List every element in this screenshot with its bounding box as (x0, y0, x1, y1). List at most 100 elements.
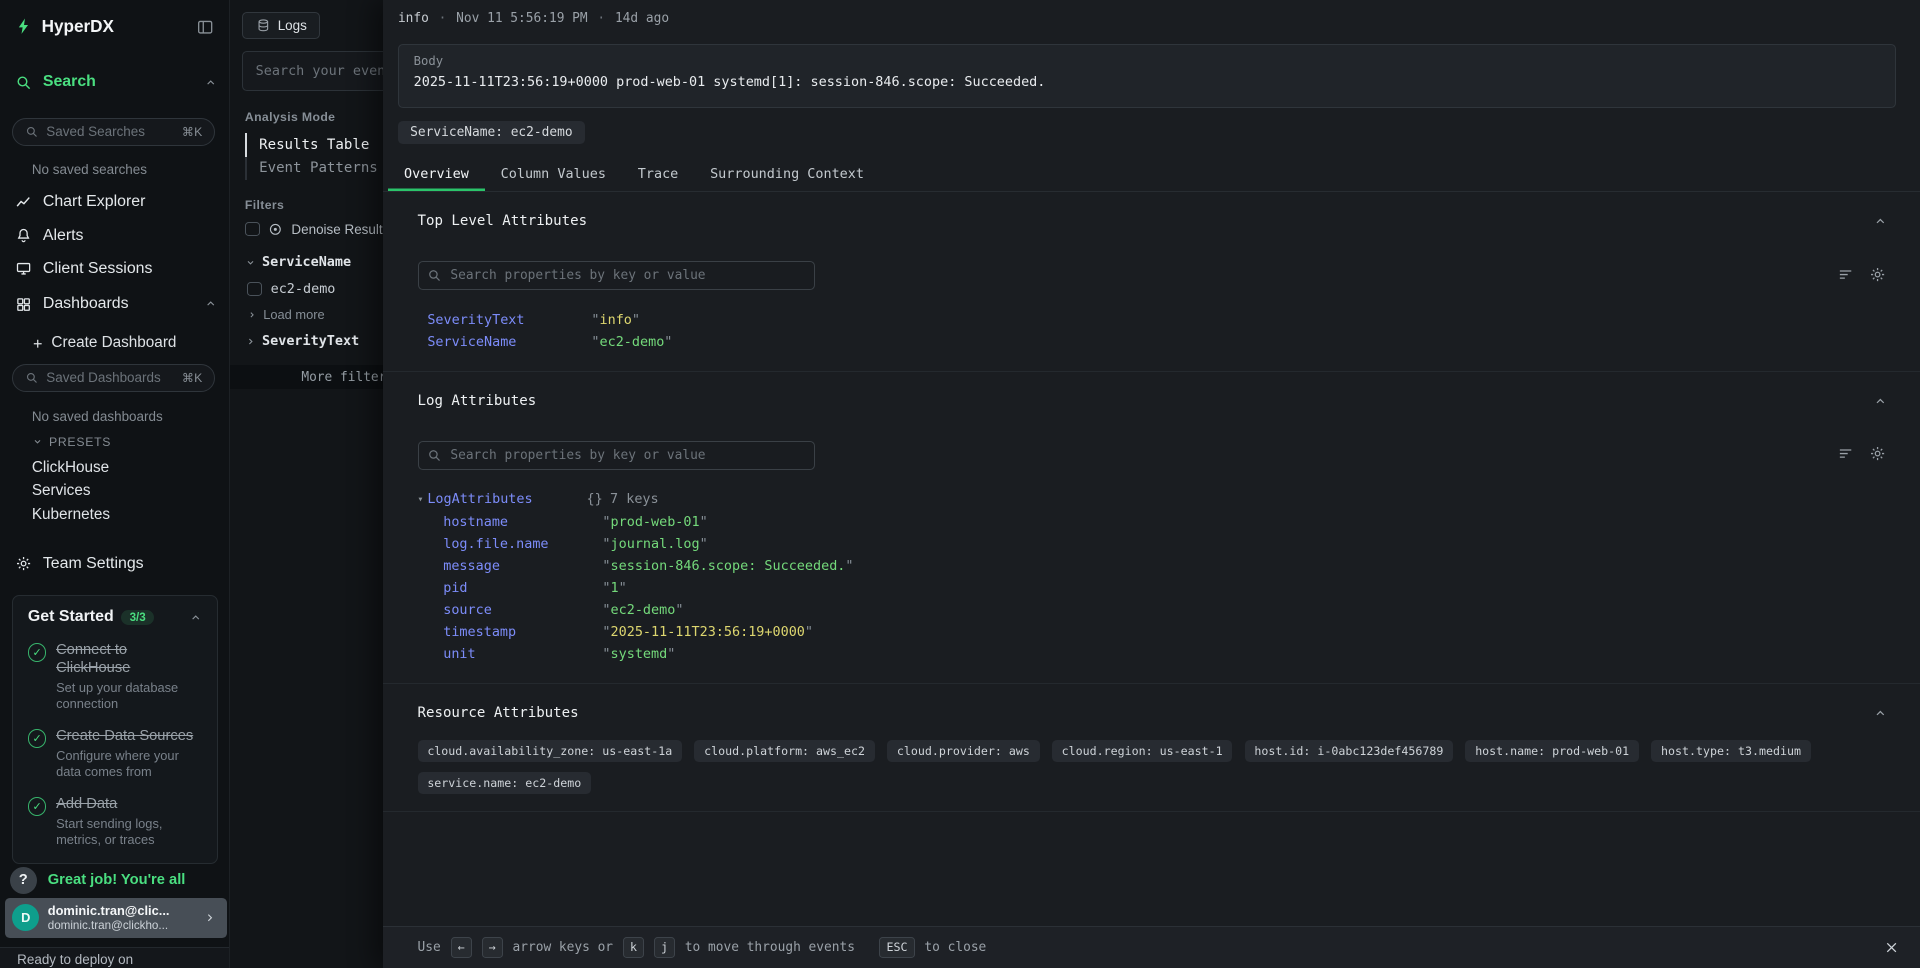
property-search-input[interactable] (418, 261, 816, 290)
preset-services[interactable]: Services (32, 482, 91, 500)
gear-icon[interactable] (1869, 266, 1886, 283)
tab-overview[interactable]: Overview (388, 159, 485, 191)
resource-chip[interactable]: host.name: prod-web-01 (1465, 740, 1639, 762)
chart-icon (15, 194, 32, 211)
service-name-chip[interactable]: ServiceName: ec2-demo (398, 121, 585, 144)
attribute-row: SeverityText info (427, 310, 1895, 332)
attribute-key[interactable]: SeverityText (427, 310, 591, 332)
sidebar-item-client-sessions[interactable]: Client Sessions (15, 260, 217, 278)
sidebar-item-dashboards[interactable]: Dashboards (15, 295, 217, 313)
mode-event-patterns[interactable]: Event Patterns (245, 157, 378, 180)
facet-ec2-demo[interactable]: ec2-demo (247, 282, 335, 297)
preset-kubernetes[interactable]: Kubernetes (32, 506, 110, 524)
attribute-row: hostname prod-web-01 (443, 512, 1895, 534)
gear-icon[interactable] (1869, 445, 1886, 462)
source-selector[interactable]: Logs (242, 12, 320, 39)
attribute-key[interactable]: timestamp (443, 622, 602, 644)
attribute-key[interactable]: pid (443, 578, 602, 600)
section-resource-attributes: Resource Attributes cloud.availability_z… (383, 684, 1920, 812)
collapse-section-icon[interactable] (1873, 394, 1888, 409)
tab-column-values[interactable]: Column Values (485, 159, 622, 191)
saved-dashboards-input[interactable]: Saved Dashboards ⌘K (12, 364, 215, 392)
user-menu[interactable]: D dominic.tran@clic... dominic.tran@clic… (5, 898, 227, 938)
denoise-results-toggle[interactable]: Denoise Results (245, 222, 389, 237)
section-title: Top Level Attributes (418, 212, 1896, 232)
expander-triangle-icon[interactable]: ▾ (418, 489, 428, 511)
preset-clickhouse[interactable]: ClickHouse (32, 459, 109, 477)
get-started-step-add-data[interactable]: ✓ Add Data Start sending logs, metrics, … (28, 796, 202, 848)
attribute-key[interactable]: LogAttributes (427, 489, 586, 511)
event-body-box: Body 2025-11-11T23:56:19+0000 prod-web-0… (398, 44, 1896, 108)
database-icon (256, 18, 271, 33)
filters-label: Filters (245, 198, 284, 212)
check-circle-icon: ✓ (28, 643, 46, 661)
section-title: Resource Attributes (418, 704, 1896, 724)
collapse-section-icon[interactable] (1873, 214, 1888, 229)
resource-chip[interactable]: service.name: ec2-demo (418, 772, 592, 794)
attribute-value[interactable]: ec2-demo (602, 600, 683, 622)
deploy-banner: Ready to deploy on (0, 947, 229, 968)
plus-icon (31, 337, 44, 350)
facet-checkbox[interactable] (247, 282, 262, 297)
resource-chip[interactable]: cloud.platform: aws_ec2 (694, 740, 875, 762)
presets-toggle[interactable]: PRESETS (32, 435, 111, 449)
tab-surrounding-context[interactable]: Surrounding Context (694, 159, 880, 191)
load-more-button[interactable]: Load more (247, 307, 324, 322)
saved-searches-input[interactable]: Saved Searches ⌘K (12, 118, 215, 146)
sidebar-item-search[interactable]: Search (15, 73, 217, 91)
sort-lines-icon[interactable] (1837, 266, 1854, 283)
resource-chip[interactable]: cloud.region: us-east-1 (1052, 740, 1233, 762)
collapse-sidebar-icon[interactable] (196, 18, 214, 36)
denoise-label: Denoise Results (291, 222, 389, 237)
get-started-header[interactable]: Get Started 3/3 (28, 608, 202, 626)
footer-text: Use (418, 940, 441, 955)
sidebar-item-team-settings[interactable]: Team Settings (15, 555, 217, 573)
attribute-value[interactable]: journal.log (602, 534, 707, 556)
attribute-key[interactable]: source (443, 600, 602, 622)
get-started-step-sources[interactable]: ✓ Create Data Sources Configure where yo… (28, 728, 202, 780)
tab-trace[interactable]: Trace (622, 159, 694, 191)
filter-group-severitytext[interactable]: SeverityText (245, 334, 359, 349)
presets-label: PRESETS (49, 435, 111, 449)
mode-results-table[interactable]: Results Table (245, 133, 378, 156)
attribute-value[interactable]: info (591, 310, 640, 332)
denoise-checkbox[interactable] (245, 222, 260, 237)
attribute-value[interactable]: prod-web-01 (602, 512, 707, 534)
attribute-value[interactable]: 1 (602, 578, 626, 600)
attribute-rows: SeverityText info ServiceName ec2-demo (418, 310, 1896, 354)
chevron-right-icon (203, 911, 216, 924)
footer-text: arrow keys or (513, 940, 614, 955)
help-button[interactable]: ? (10, 867, 37, 894)
attribute-key[interactable]: ServiceName (427, 332, 591, 354)
attribute-key[interactable]: log.file.name (443, 534, 602, 556)
resource-chip[interactable]: host.type: t3.medium (1651, 740, 1811, 762)
create-dashboard-button[interactable]: Create Dashboard (31, 334, 177, 352)
search-page-icon (15, 74, 32, 91)
close-icon[interactable] (1883, 939, 1900, 956)
search-icon (25, 125, 38, 138)
attribute-value[interactable]: systemd (602, 644, 675, 666)
attribute-value[interactable]: 2025-11-11T23:56:19+0000 (602, 622, 813, 644)
sidebar-item-alerts[interactable]: Alerts (15, 227, 217, 245)
chevron-up-icon (204, 297, 217, 310)
brand-logo[interactable]: HyperDX (15, 16, 114, 37)
filter-group-servicename[interactable]: ServiceName (245, 255, 351, 270)
property-search-input[interactable] (418, 441, 816, 470)
resource-chip[interactable]: cloud.provider: aws (887, 740, 1040, 762)
section-tools (1837, 445, 1886, 462)
resource-chip[interactable]: cloud.availability_zone: us-east-1a (418, 740, 683, 762)
bolt-icon (15, 17, 33, 35)
attribute-value[interactable]: ec2-demo (591, 332, 672, 354)
sort-lines-icon[interactable] (1837, 445, 1854, 462)
attribute-key[interactable]: message (443, 556, 602, 578)
collapse-section-icon[interactable] (1873, 706, 1888, 721)
filter-group-label: ServiceName (262, 255, 351, 270)
attribute-key[interactable]: unit (443, 644, 602, 666)
attribute-key[interactable]: hostname (443, 512, 602, 534)
sidebar-item-chart-explorer[interactable]: Chart Explorer (15, 193, 217, 211)
get-started-step-connect[interactable]: ✓ Connect to ClickHouse Set up your data… (28, 642, 202, 712)
resource-chip[interactable]: host.id: i-0abc123def456789 (1245, 740, 1454, 762)
attribute-value[interactable]: session-846.scope: Succeeded. (602, 556, 853, 578)
braces-icon: {} (586, 492, 602, 507)
severity-level: info (398, 11, 429, 26)
